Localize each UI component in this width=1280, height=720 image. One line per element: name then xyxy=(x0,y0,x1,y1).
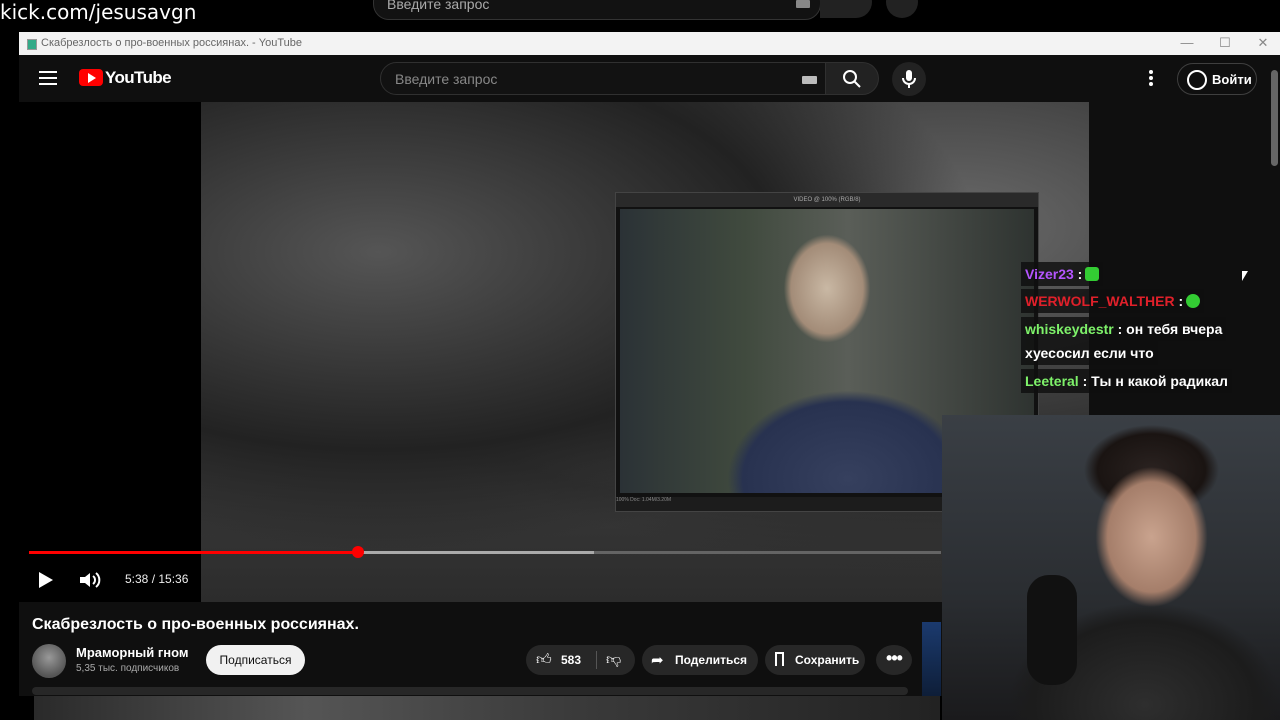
save-button[interactable]: Сохранить xyxy=(765,645,865,675)
related-video-thumbnail[interactable] xyxy=(922,622,941,696)
chat-message: WERWOLF_WALTHER : xyxy=(1021,289,1205,313)
more-vert-icon[interactable] xyxy=(1149,70,1155,88)
close-button[interactable]: ✕ xyxy=(1245,34,1280,52)
chat-username: WERWOLF_WALTHER xyxy=(1025,293,1175,309)
background-mic-icon xyxy=(886,0,918,18)
chat-emote-icon xyxy=(1085,267,1100,281)
youtube-header: YouTube Введите запрос Войти xyxy=(19,55,1280,103)
save-label: Сохранить xyxy=(795,653,860,667)
window-title: Скабрезлость о про-военных россиянах. - … xyxy=(41,37,302,49)
streamer-webcam xyxy=(942,415,1280,720)
like-divider xyxy=(596,651,597,669)
background-desktop-strip xyxy=(34,696,940,720)
maximize-button[interactable]: ☐ xyxy=(1207,34,1243,52)
description-box[interactable] xyxy=(32,687,908,695)
chat-text: Ты н какой радикал xyxy=(1091,373,1228,389)
progress-played xyxy=(29,551,358,554)
mic-icon xyxy=(902,70,916,88)
page-favicon-icon xyxy=(27,39,37,50)
chat-message: whiskeydestr : он тебя вчера xyxy=(1021,317,1227,341)
embedded-window-title: VIDEO @ 100% (RGB/8) xyxy=(616,193,1038,207)
search-input[interactable]: Введите запрос xyxy=(380,62,826,95)
menu-icon[interactable] xyxy=(39,71,57,85)
chat-username: whiskeydestr xyxy=(1025,321,1114,337)
play-icon[interactable] xyxy=(39,572,53,588)
progress-scrubber[interactable] xyxy=(352,546,364,558)
subscriber-count: 5,35 тыс. подписчиков xyxy=(76,663,180,674)
background-search-icon xyxy=(820,0,872,18)
account-icon xyxy=(1187,70,1207,90)
channel-name[interactable]: Мраморный гном xyxy=(76,645,189,660)
chat-emote-icon xyxy=(1186,294,1201,308)
search-icon xyxy=(843,70,861,88)
save-playlist-icon xyxy=(775,652,784,666)
sign-in-button[interactable]: Войти xyxy=(1177,63,1257,95)
volume-icon[interactable] xyxy=(80,572,102,588)
chat-username: Vizer23 xyxy=(1025,266,1074,282)
search-button[interactable] xyxy=(826,62,879,95)
youtube-logo-text: YouTube xyxy=(105,68,172,87)
page-scrollbar[interactable] xyxy=(1271,70,1278,166)
sign-in-label: Войти xyxy=(1212,72,1252,87)
stream-channel-url: kick.com/jesusavgn xyxy=(0,0,197,24)
chat-message: Leeteral : Ты н какой радикал xyxy=(1021,369,1232,393)
share-label: Поделиться xyxy=(675,653,748,667)
chat-username: Leeteral xyxy=(1025,373,1079,389)
like-dislike-group: 👍︎ 583 👎︎ xyxy=(526,645,635,675)
title-bar: Скабрезлость о про-военных россиянах. - … xyxy=(19,32,1280,55)
more-actions-button[interactable]: ••• xyxy=(876,645,912,675)
chat-message: Vizer23 : xyxy=(1021,262,1104,286)
like-count[interactable]: 583 xyxy=(561,653,581,667)
thumbs-up-icon[interactable]: 👍︎ xyxy=(536,651,552,669)
minimize-button[interactable]: — xyxy=(1169,34,1205,52)
chat-text: он тебя вчера xyxy=(1126,321,1223,337)
background-keyboard-icon xyxy=(796,0,810,8)
mouse-cursor-icon xyxy=(1242,271,1248,281)
share-button[interactable]: ➦ Поделиться xyxy=(642,645,758,675)
thumbs-down-icon[interactable]: 👎︎ xyxy=(606,651,621,669)
microphone-icon xyxy=(1027,575,1077,685)
search-placeholder: Введите запрос xyxy=(395,71,498,87)
time-display: 5:38 / 15:36 xyxy=(125,572,189,586)
channel-avatar[interactable] xyxy=(32,644,66,678)
chat-message-continued: хуесосил если что xyxy=(1021,341,1158,365)
youtube-play-logo-icon xyxy=(79,69,103,86)
subscribe-button[interactable]: Подписаться xyxy=(206,645,305,675)
video-title: Скабрезлость о про-военных россиянах. xyxy=(32,616,359,633)
chat-text: хуесосил если что xyxy=(1025,345,1154,361)
keyboard-icon[interactable] xyxy=(802,76,817,84)
video-player[interactable]: VIDEO @ 100% (RGB/8) 100% Doc: 1.04M/3.2… xyxy=(19,102,1089,602)
share-icon: ➦ xyxy=(651,652,664,669)
background-search-placeholder: Введите запрос xyxy=(387,0,490,12)
voice-search-button[interactable] xyxy=(892,62,926,96)
